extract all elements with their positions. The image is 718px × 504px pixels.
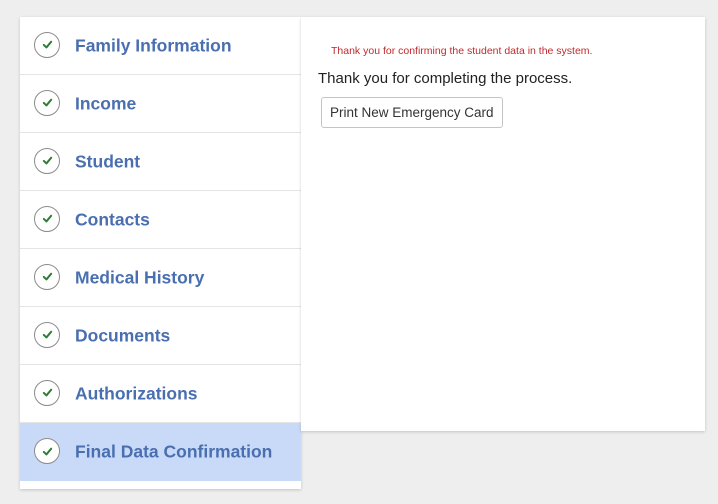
check-icon bbox=[34, 31, 60, 58]
sidebar-item-label: Income bbox=[75, 93, 137, 113]
check-icon bbox=[34, 321, 60, 348]
sidebar-item-final-data-confirmation[interactable]: Final Data Confirmation bbox=[20, 423, 301, 481]
sidebar-item-label: Documents bbox=[75, 325, 171, 345]
sidebar-item-label: Family Information bbox=[75, 35, 232, 55]
sidebar-item-documents[interactable]: Documents bbox=[20, 307, 301, 365]
completion-message: Thank you for completing the process. bbox=[318, 70, 573, 87]
check-icon bbox=[34, 263, 60, 290]
sidebar-item-label: Medical History bbox=[75, 267, 205, 287]
check-icon bbox=[34, 438, 60, 464]
sidebar-item-label: Contacts bbox=[75, 209, 150, 229]
check-icon bbox=[34, 147, 60, 174]
sidebar-item-label: Student bbox=[75, 151, 141, 171]
sidebar-item-label: Final Data Confirmation bbox=[75, 441, 273, 462]
confirmation-message: Thank you for confirming the student dat… bbox=[331, 45, 593, 57]
sidebar-item-contacts[interactable]: Contacts bbox=[20, 191, 301, 249]
check-icon bbox=[34, 379, 60, 406]
sidebar-item-medical-history[interactable]: Medical History bbox=[20, 249, 301, 307]
wizard-sidebar: Family Information Income Student Contac… bbox=[20, 17, 301, 489]
check-icon bbox=[34, 89, 60, 116]
sidebar-item-label: Authorizations bbox=[75, 383, 198, 403]
check-icon bbox=[34, 205, 60, 232]
sidebar-item-income[interactable]: Income bbox=[20, 75, 301, 133]
sidebar-item-student[interactable]: Student bbox=[20, 133, 301, 191]
print-emergency-card-button[interactable]: Print New Emergency Card bbox=[321, 97, 503, 128]
sidebar-item-authorizations[interactable]: Authorizations bbox=[20, 365, 301, 423]
content-panel: Thank you for confirming the student dat… bbox=[301, 17, 705, 431]
sidebar-item-family-information[interactable]: Family Information bbox=[20, 17, 301, 75]
